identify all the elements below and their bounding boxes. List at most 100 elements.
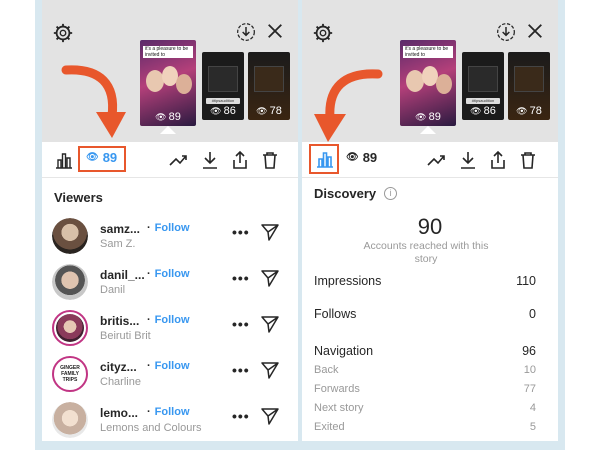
discovery-title: Discovery xyxy=(314,186,377,201)
trash-icon[interactable] xyxy=(518,150,538,170)
arrow-annotation xyxy=(314,69,383,142)
stat-row-navigation: Navigation 96 xyxy=(314,344,536,358)
viewer-username[interactable]: cityz... xyxy=(100,360,137,374)
more-options-icon[interactable]: ••• xyxy=(232,270,250,286)
follow-button[interactable]: · Follow xyxy=(147,314,190,326)
trending-icon[interactable] xyxy=(168,150,188,170)
story-view-count: 👁 78 xyxy=(516,105,542,117)
avatar[interactable] xyxy=(52,310,88,346)
share-icon[interactable] xyxy=(488,150,508,170)
gear-icon[interactable] xyxy=(52,22,74,44)
trending-icon[interactable] xyxy=(426,150,446,170)
story-view-count: 👁 86 xyxy=(470,105,496,117)
viewer-row[interactable]: britis... · Follow Beiruti Brit ••• xyxy=(42,306,298,352)
avatar[interactable] xyxy=(52,402,88,438)
viewer-username[interactable]: samz... xyxy=(100,222,140,236)
stat-value: 77 xyxy=(523,383,536,395)
close-icon[interactable] xyxy=(266,22,284,40)
nav-stat-forwards: Forwards 77 xyxy=(314,383,536,395)
nav-stat-back: Back 10 xyxy=(314,364,536,376)
viewers-count: 89 xyxy=(362,150,378,165)
story-view-count: 👁 86 xyxy=(210,105,236,117)
bar-chart-icon[interactable] xyxy=(54,150,74,170)
story-insights-panel: it's a pleasure to be invited to 👁 89 #tip… xyxy=(302,0,558,441)
avatar[interactable] xyxy=(52,218,88,254)
story-banner-line: invited to xyxy=(145,52,166,58)
viewers-count-tab[interactable]: 👁 89 xyxy=(346,150,377,165)
viewer-row[interactable]: lemo... · Follow Lemons and Colours ••• xyxy=(42,398,298,441)
more-options-icon[interactable]: ••• xyxy=(232,362,250,378)
stat-value: 4 xyxy=(529,402,536,414)
story-toolbar: 👁 89 xyxy=(302,142,558,178)
story-thumbnail[interactable]: 👁 78 xyxy=(508,52,550,120)
viewer-fullname: Lemons and Colours xyxy=(100,422,202,434)
follow-button[interactable]: · Follow xyxy=(147,268,190,280)
viewer-username[interactable]: danil_... xyxy=(100,268,145,282)
story-thumbnail[interactable]: 👁 78 xyxy=(248,52,290,120)
stat-label: Exited xyxy=(314,421,345,433)
discovery-heading: Discovery i xyxy=(314,186,398,201)
story-thumbnail[interactable]: it's a pleasure to be invited to 👁 89 xyxy=(140,40,196,126)
story-banner: it's a pleasure to be invited to xyxy=(403,46,453,58)
share-icon[interactable] xyxy=(230,150,250,170)
viewers-heading: Viewers xyxy=(54,190,103,205)
download-circle-icon[interactable] xyxy=(496,22,516,42)
story-tag: #tipsaudition xyxy=(466,98,500,104)
avatar[interactable] xyxy=(52,264,88,300)
story-view-count: 👁 89 xyxy=(155,111,181,123)
story-toolbar: 👁 89 xyxy=(42,142,298,178)
story-banner: it's a pleasure to be invited to xyxy=(143,46,193,58)
send-icon[interactable] xyxy=(260,222,280,242)
story-thumbnail[interactable]: #tipsaudition 👁 86 xyxy=(462,52,504,120)
stat-value: 110 xyxy=(516,274,536,288)
stat-label: Forwards xyxy=(314,383,360,395)
viewer-username[interactable]: britis... xyxy=(100,314,139,328)
stat-label: Next story xyxy=(314,402,364,414)
stat-label: Back xyxy=(314,364,339,376)
download-circle-icon[interactable] xyxy=(236,22,256,42)
nav-stat-next-story: Next story 4 xyxy=(314,402,536,414)
send-icon[interactable] xyxy=(260,360,280,380)
follow-button[interactable]: · Follow xyxy=(147,222,190,234)
stat-value: 10 xyxy=(523,364,536,376)
stat-label: Navigation xyxy=(314,344,374,358)
follow-button[interactable]: · Follow xyxy=(147,360,190,372)
eye-icon: 👁 xyxy=(346,152,359,163)
send-icon[interactable] xyxy=(260,314,280,334)
download-icon[interactable] xyxy=(200,150,220,170)
close-icon[interactable] xyxy=(526,22,544,40)
story-banner-line: invited to xyxy=(405,52,426,58)
viewer-row[interactable]: GINGER FAMILY TRIPS cityz... · Follow Cha… xyxy=(42,352,298,398)
gear-icon[interactable] xyxy=(312,22,334,44)
info-icon[interactable]: i xyxy=(384,187,398,200)
avatar[interactable]: GINGER FAMILY TRIPS xyxy=(52,356,88,392)
stat-label: Impressions xyxy=(314,274,382,288)
story-thumbnail[interactable]: it's a pleasure to be invited to 👁 89 xyxy=(400,40,456,126)
more-options-icon[interactable]: ••• xyxy=(232,408,250,424)
story-thumbnail[interactable]: #tipsaudition 👁 86 xyxy=(202,52,244,120)
send-icon[interactable] xyxy=(260,268,280,288)
viewer-fullname: Beiruti Brit xyxy=(100,330,151,342)
follow-button[interactable]: · Follow xyxy=(147,406,190,418)
viewer-fullname: Charline xyxy=(100,376,141,388)
more-options-icon[interactable]: ••• xyxy=(232,316,250,332)
viewer-row[interactable]: samz... · Follow Sam Z. ••• xyxy=(42,214,298,260)
trash-icon[interactable] xyxy=(260,150,280,170)
stat-row-follows: Follows 0 xyxy=(314,307,536,321)
story-view-count: 👁 78 xyxy=(256,105,282,117)
highlight-box xyxy=(309,144,339,174)
nav-stat-exited: Exited 5 xyxy=(314,421,536,433)
download-icon[interactable] xyxy=(458,150,478,170)
send-icon[interactable] xyxy=(260,406,280,426)
viewer-username[interactable]: lemo... xyxy=(100,406,138,420)
arrow-annotation xyxy=(61,65,126,138)
stat-value: 5 xyxy=(529,421,536,433)
viewer-fullname: Sam Z. xyxy=(100,238,136,250)
avatar-text: TRIPS xyxy=(62,377,78,383)
highlight-box xyxy=(78,146,126,172)
more-options-icon[interactable]: ••• xyxy=(232,224,250,240)
story-viewers-panel: it's a pleasure to be invited to 👁 89 #tip… xyxy=(42,0,298,441)
stat-value: 0 xyxy=(529,307,536,321)
viewer-row[interactable]: danil_... · Follow Danil ••• xyxy=(42,260,298,306)
stat-label: Follows xyxy=(314,307,357,321)
